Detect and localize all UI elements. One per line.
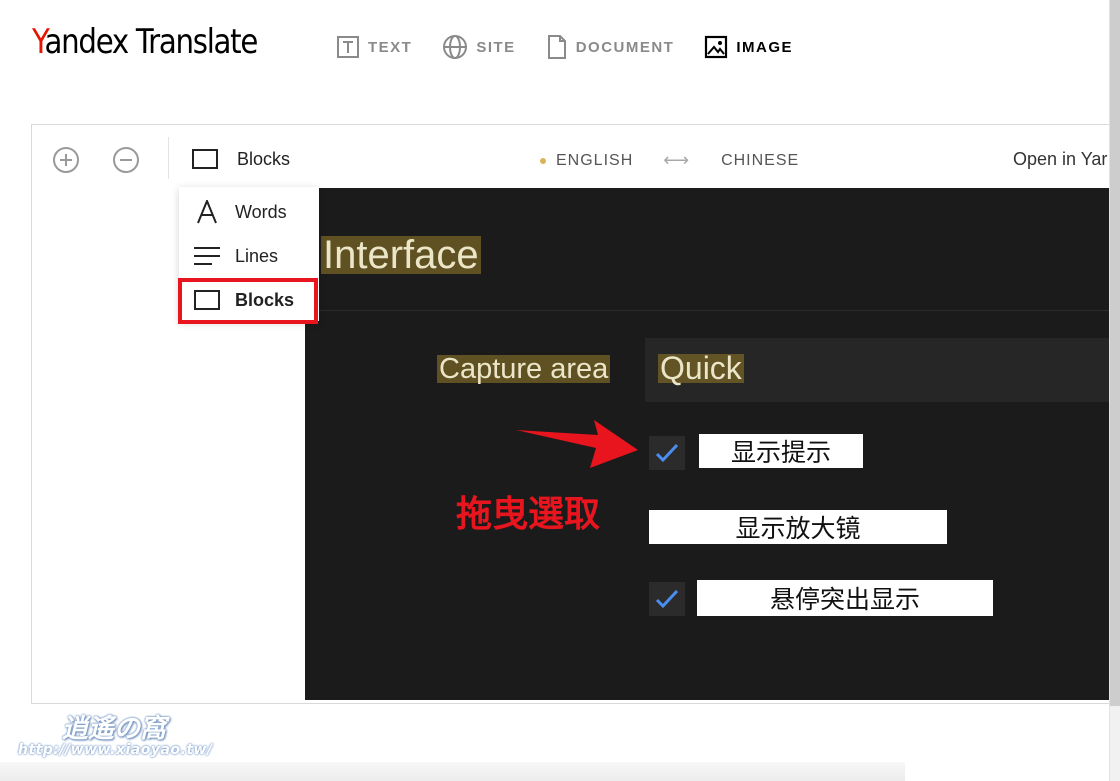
menu-item-label: Lines (235, 245, 279, 266)
image-translation-panel: Blocks ENGLISH ⟷ CHINESE Open in Yar Int… (31, 124, 1120, 704)
option-label[interactable]: 悬停突出显示 (697, 580, 993, 616)
letter-a-icon (179, 200, 235, 224)
option-checkbox[interactable] (649, 436, 685, 470)
menu-item-label: Words (235, 201, 287, 222)
checkmark-icon (655, 443, 679, 463)
selection-mode-button[interactable]: Blocks (192, 148, 290, 170)
image-icon (705, 35, 728, 59)
source-language[interactable]: ENGLISH (556, 152, 633, 170)
watermark-url: http://www.xiaoyao.tw/ (18, 742, 213, 758)
translated-image: Interface Capture area Quick 显示提示 显示放大镜 … (305, 188, 1120, 700)
image-heading[interactable]: Interface (321, 235, 481, 275)
selection-mode-menu: Words Lines Blocks (179, 187, 319, 321)
image-separator (305, 310, 1120, 311)
bottom-strip (0, 762, 905, 781)
checkmark-icon (655, 589, 679, 609)
service-nav: TEXT SITE DOCUMENT IMAGE (336, 32, 823, 62)
watermark-logo: 逍遙の窩 (62, 714, 167, 744)
nav-image[interactable]: IMAGE (704, 35, 793, 59)
open-in-link[interactable]: Open in Yar (1013, 149, 1107, 170)
scrollbar-thumb[interactable] (1110, 0, 1120, 706)
option-label[interactable]: 显示提示 (699, 434, 863, 468)
menu-item-blocks[interactable]: Blocks (179, 279, 319, 321)
nav-document-label: DOCUMENT (575, 38, 675, 56)
text-icon (337, 36, 359, 58)
document-icon (547, 35, 566, 59)
nav-site[interactable]: SITE (442, 34, 515, 60)
annotation-arrow-icon (516, 420, 638, 468)
capture-area-label[interactable]: Capture area (437, 355, 611, 384)
annotation-text: 拖曳選取 (456, 494, 601, 535)
square-icon (179, 290, 235, 310)
menu-item-words[interactable]: Words (179, 191, 319, 233)
nav-site-label: SITE (476, 38, 516, 56)
nav-document[interactable]: DOCUMENT (546, 34, 675, 60)
language-bar: ENGLISH ⟷ CHINESE (540, 150, 799, 171)
yandex-translate-logo[interactable]: Yandex Translate (32, 22, 258, 62)
plus-circle-icon[interactable] (52, 146, 80, 174)
globe-icon (443, 35, 468, 59)
minus-circle-icon[interactable] (112, 146, 140, 174)
nav-text[interactable]: TEXT (336, 35, 412, 59)
swap-languages-icon[interactable]: ⟷ (663, 150, 689, 171)
selection-mode-label: Blocks (237, 148, 291, 169)
menu-item-lines[interactable]: Lines (179, 235, 319, 277)
source-detected-dot (540, 157, 546, 164)
option-checkbox[interactable] (649, 582, 685, 616)
option-label[interactable]: 显示放大镜 (649, 510, 947, 544)
target-language[interactable]: CHINESE (721, 152, 799, 170)
capture-area-value[interactable]: Quick (658, 352, 744, 384)
nav-text-label: TEXT (368, 38, 413, 56)
nav-image-label: IMAGE (736, 38, 794, 56)
lines-icon (179, 246, 235, 266)
menu-item-label: Blocks (235, 289, 295, 310)
square-icon (192, 149, 218, 169)
toolbar-divider (168, 137, 169, 179)
watermark: 逍遙の窩 http://www.xiaoyao.tw/ (18, 708, 212, 766)
